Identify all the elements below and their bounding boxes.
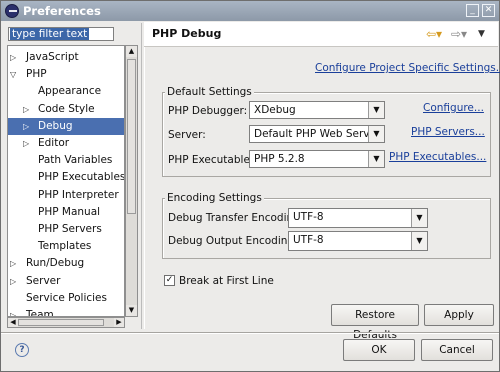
forward-arrow-icon[interactable]: ⇨▾ xyxy=(451,27,467,41)
tree-item-label: PHP Executables xyxy=(38,171,125,184)
expand-down-icon[interactable]: ▽ xyxy=(10,71,18,79)
scroll-down-icon[interactable]: ▼ xyxy=(126,305,137,316)
tree-item[interactable]: ▽ PHP xyxy=(8,66,124,83)
tree-item-label: Appearance xyxy=(38,85,102,98)
chevron-down-icon[interactable]: ▼ xyxy=(368,126,384,142)
debugger-value: XDebug xyxy=(254,104,296,116)
tree-item-label: Debug xyxy=(38,119,73,132)
hscroll-thumb[interactable] xyxy=(18,319,104,326)
tree-item[interactable]: ▷ Server xyxy=(8,273,124,290)
tree-item[interactable]: PHP Manual xyxy=(8,204,124,221)
default-settings-title: Default Settings xyxy=(165,86,254,98)
expand-right-icon[interactable]: ▷ xyxy=(23,122,31,131)
break-first-line-checkbox[interactable]: ✓ xyxy=(164,275,175,286)
executable-label: PHP Executable: xyxy=(168,154,254,166)
eclipse-icon xyxy=(5,4,19,18)
tree-item[interactable]: ▷ Code Style xyxy=(8,101,124,118)
php-servers-link[interactable]: PHP Servers... xyxy=(411,126,485,138)
tree-item-label: Service Policies xyxy=(26,291,107,304)
expand-right-icon[interactable]: ▷ xyxy=(23,140,31,148)
scroll-right-icon[interactable]: ▶ xyxy=(114,318,124,327)
help-icon[interactable]: ? xyxy=(15,343,29,357)
tree-item-label: Editor xyxy=(38,137,70,149)
chevron-down-icon[interactable]: ▼ xyxy=(411,209,427,227)
tree-item-label: PHP Manual xyxy=(38,205,101,218)
output-encoding-value: UTF-8 xyxy=(293,234,324,246)
view-menu-icon[interactable]: ▼ xyxy=(478,29,485,39)
chevron-down-icon[interactable]: ▼ xyxy=(368,102,384,118)
tree-item[interactable]: ▷ JavaScript xyxy=(8,49,124,66)
scroll-left-icon[interactable]: ◀ xyxy=(8,318,18,327)
tree-horizontal-scrollbar[interactable]: ◀ ▶ xyxy=(7,317,125,328)
tree-item-label: Run/Debug xyxy=(26,257,85,270)
tree-item[interactable]: ▷ Debug xyxy=(8,117,124,135)
tree-item-label: PHP xyxy=(26,68,47,81)
configure-link[interactable]: Configure... xyxy=(423,102,484,114)
cancel-button[interactable]: Cancel xyxy=(421,339,493,361)
window-title: Preferences xyxy=(23,4,101,18)
preference-tree[interactable]: ▷ JavaScript ▽ PHP Appearance ▷ Code Style ▷ Deb… xyxy=(7,45,125,317)
debugger-combo[interactable]: XDebug ▼ xyxy=(249,101,385,119)
break-first-line-label: Break at First Line xyxy=(179,275,274,287)
back-arrow-icon[interactable]: ⇦▾ xyxy=(426,27,442,41)
expand-right-icon[interactable]: ▷ xyxy=(10,260,18,268)
scroll-up-icon[interactable]: ▲ xyxy=(126,46,137,57)
close-button[interactable]: ✕ xyxy=(482,4,495,17)
tree-item-label: Code Style xyxy=(38,102,95,115)
tree-item-label: JavaScript xyxy=(26,51,79,63)
page-header: PHP Debug ⇦▾ ⇨▾ ▼ xyxy=(144,22,498,47)
transfer-encoding-value: UTF-8 xyxy=(293,211,324,223)
tree-item-label: Path Variables xyxy=(38,154,113,167)
tree-item[interactable]: PHP Servers xyxy=(8,221,124,238)
transfer-encoding-combo[interactable]: UTF-8 ▼ xyxy=(288,208,428,228)
tree-item[interactable]: PHP Executables xyxy=(8,169,125,186)
chevron-down-icon[interactable]: ▼ xyxy=(368,151,384,167)
filter-input[interactable] xyxy=(8,27,114,41)
tree-item-label: Templates xyxy=(38,240,92,253)
tree-item-label: PHP Interpreter xyxy=(38,188,119,201)
restore-defaults-button[interactable]: Restore Defaults xyxy=(331,304,419,341)
tree-item[interactable]: Appearance xyxy=(8,83,124,100)
configure-project-link[interactable]: Configure Project Specific Settings... xyxy=(315,62,500,74)
preferences-window: Preferences _ ✕ type filter text ▷ JavaSc… xyxy=(0,0,500,372)
debugger-label: PHP Debugger: xyxy=(168,105,248,117)
server-label: Server: xyxy=(168,129,206,141)
minimize-button[interactable]: _ xyxy=(466,4,479,17)
tree-item[interactable]: ▷ Run/Debug xyxy=(8,255,124,272)
output-encoding-combo[interactable]: UTF-8 ▼ xyxy=(288,231,428,251)
ok-button[interactable]: OK xyxy=(343,339,415,361)
php-executables-link[interactable]: PHP Executables... xyxy=(389,151,486,163)
output-encoding-label: Debug Output Encoding xyxy=(168,235,295,247)
footer-divider xyxy=(1,332,499,334)
page-title: PHP Debug xyxy=(152,27,222,40)
tree-item[interactable]: PHP Interpreter xyxy=(8,187,124,204)
tree-item-label: Server xyxy=(26,274,61,287)
chevron-down-icon[interactable]: ▼ xyxy=(411,232,427,250)
apply-button[interactable]: Apply xyxy=(424,304,494,326)
tree-item-label: PHP Servers xyxy=(38,223,102,235)
tree-item-label: Team xyxy=(26,309,54,317)
tree-item[interactable]: ▷ Editor xyxy=(8,135,124,152)
expand-right-icon[interactable]: ▷ xyxy=(10,277,18,286)
tree-vertical-scrollbar[interactable]: ▲ ▼ xyxy=(125,45,138,317)
pane-divider[interactable] xyxy=(141,23,145,329)
tree-item[interactable]: Service Policies xyxy=(8,290,124,307)
scroll-thumb[interactable] xyxy=(127,59,136,214)
server-value: Default PHP Web Server xyxy=(254,128,381,140)
executable-combo[interactable]: PHP 5.2.8 ▼ xyxy=(249,150,385,168)
expand-right-icon[interactable]: ▷ xyxy=(23,105,31,114)
tree-item[interactable]: ▷ Team xyxy=(8,307,124,317)
tree-item[interactable]: Path Variables xyxy=(8,152,124,169)
encoding-settings-title: Encoding Settings xyxy=(165,192,264,204)
title-bar[interactable]: Preferences _ ✕ xyxy=(1,1,499,21)
server-combo[interactable]: Default PHP Web Server ▼ xyxy=(249,125,385,143)
executable-value: PHP 5.2.8 xyxy=(254,153,305,165)
expand-right-icon[interactable]: ▷ xyxy=(10,54,18,62)
tree-item[interactable]: Templates xyxy=(8,238,124,255)
transfer-encoding-label: Debug Transfer Encoding xyxy=(168,212,300,224)
